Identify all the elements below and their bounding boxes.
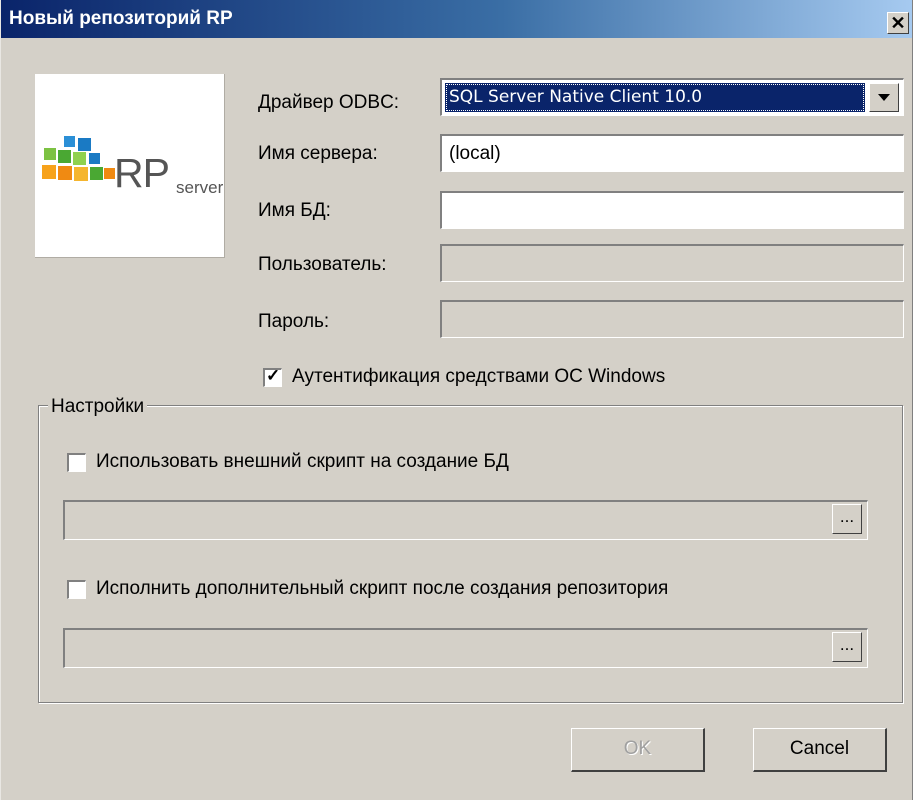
driver-select-value: SQL Server Native Client 10.0 — [445, 83, 865, 112]
password-input[interactable] — [440, 300, 904, 338]
close-button[interactable]: ✕ — [887, 12, 909, 34]
windows-auth-checkbox[interactable]: ✓ — [263, 366, 282, 387]
driver-select[interactable]: SQL Server Native Client 10.0 — [440, 78, 904, 116]
close-icon: ✕ — [890, 13, 906, 33]
user-label: Пользователь: — [258, 254, 387, 275]
window-title: Новый репозиторий RP — [9, 8, 233, 29]
chevron-down-icon[interactable] — [869, 83, 899, 112]
user-input[interactable] — [440, 244, 904, 282]
checkmark-icon: ✓ — [266, 366, 281, 385]
ok-button[interactable]: OK — [571, 728, 705, 772]
cubes-icon — [42, 136, 115, 181]
settings-group-title: Настройки — [48, 396, 148, 418]
driver-label: Драйвер ODBC: — [258, 92, 400, 113]
external-script-label[interactable]: Использовать внешний скрипт на создание … — [96, 451, 509, 473]
external-script-path-input[interactable] — [63, 500, 868, 540]
external-script-browse-button[interactable]: ... — [832, 504, 862, 534]
title-bar[interactable]: Новый репозиторий RP ✕ — [1, 0, 912, 38]
external-script-checkbox[interactable] — [67, 453, 86, 472]
rp-server-logo: RP server — [35, 74, 225, 258]
db-label: Имя БД: — [258, 200, 331, 221]
extra-script-path-input[interactable] — [63, 628, 868, 668]
extra-script-browse-button[interactable]: ... — [832, 632, 862, 662]
logo-server-text: server — [176, 178, 224, 197]
server-input[interactable] — [440, 134, 904, 172]
db-name-input[interactable] — [440, 191, 904, 229]
server-label: Имя сервера: — [258, 143, 378, 164]
password-label: Пароль: — [258, 311, 330, 332]
dialog-window: Новый репозиторий RP ✕ RP server Драйвер… — [0, 0, 913, 800]
logo-rp-text: RP — [114, 150, 170, 196]
extra-script-label[interactable]: Исполнить дополнительный скрипт после со… — [96, 578, 668, 600]
windows-auth-label[interactable]: Аутентификация средствами ОС Windows — [292, 366, 665, 388]
extra-script-checkbox[interactable] — [67, 580, 86, 599]
cancel-button[interactable]: Cancel — [753, 728, 887, 772]
